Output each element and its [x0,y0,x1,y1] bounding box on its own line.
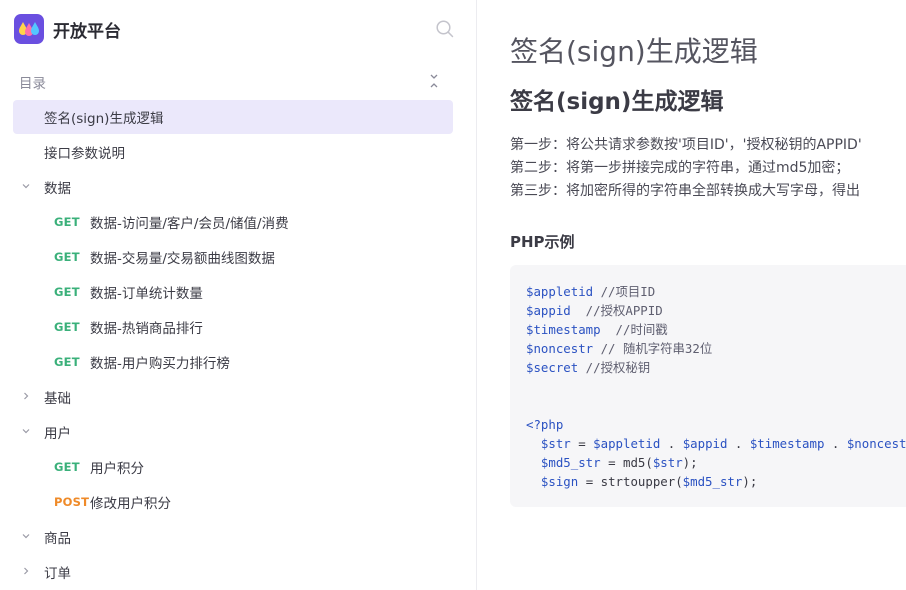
sidebar-item-label: 订单 [44,566,71,582]
sidebar-group-basic[interactable]: 基础 [13,380,453,414]
sidebar-group-goods[interactable]: 商品 [13,520,453,554]
doc-content: 签名(sign)生成逻辑 签名(sign)生成逻辑 第一步：将公共请求参数按'项… [478,0,906,590]
chevron-down-icon [22,184,30,189]
brand-logo-icon [14,14,44,44]
sidebar-item-label: 修改用户积分 [90,496,171,512]
collapse-icon[interactable] [427,73,441,89]
code-token: = [570,436,594,451]
sidebar-item-label: 用户 [44,426,71,442]
code-token: $md5_str [682,474,743,489]
code-block[interactable]: $appletid //项目ID $appid //授权APPID $times… [510,265,906,507]
chevron-down-icon [22,429,30,434]
code-comment: //时间戳 [600,322,668,337]
code-token: . [727,436,750,451]
code-token: $appid [682,436,728,451]
sidebar-item-api[interactable]: POST 修改用户积分 [13,485,453,519]
code-token: $md5_str [540,455,601,470]
sidebar-item-label: 数据-热销商品排行 [90,321,203,337]
sidebar-item-label: 数据-交易量/交易额曲线图数据 [90,251,275,267]
chevron-right-icon [24,392,29,400]
sidebar-item-label: 用户积分 [90,461,144,477]
toc-label: 目录 [19,76,46,92]
doc-heading-part: 生成逻辑 [631,89,724,115]
method-badge: POST [54,495,90,509]
code-token: $str [540,436,571,451]
method-badge: GET [54,320,80,334]
chevron-right-icon [24,567,29,575]
sidebar-item-api[interactable]: GET 数据-访问量/客户/会员/储值/消费 [13,205,453,239]
code-token: $noncestr [526,341,594,356]
chevron-down-icon [22,534,30,539]
method-badge: GET [54,460,80,474]
doc-heading: 签名(sign)生成逻辑 [510,82,723,116]
php-example-heading: PHP示例 [510,233,575,251]
method-badge: GET [54,215,80,229]
code-token: = strtoupper( [578,474,683,489]
code-token: . [824,436,847,451]
code-comment: // 随机字符串32位 [593,341,713,356]
code-token: $appid [526,303,571,318]
sidebar-item-label: 商品 [44,531,71,547]
toc-header: 目录 [0,66,477,96]
sidebar-item-label: 数据-订单统计数量 [90,286,203,302]
sidebar-item-label: 接口参数说明 [44,146,125,162]
sidebar-item-label: 签名(sign)生成逻辑 [44,111,164,127]
step-line: 第二步：将第一步拼接完成的字符串，通过md5加密； [510,160,850,176]
sidebar-item-label: 数据-访问量/客户/会员/储值/消费 [90,216,289,232]
code-token: $sign [540,474,579,489]
sidebar-item-api[interactable]: GET 数据-订单统计数量 [13,275,453,309]
search-icon[interactable] [435,19,455,39]
sidebar: 开放平台 目录 签名(sign)生成逻辑 接口参数说明 数据 GET 数据-访问… [0,0,477,590]
code-text: $appletid //项目ID $appid //授权APPID $times… [526,282,906,491]
method-badge: GET [54,285,80,299]
code-token: $timestamp [749,436,825,451]
sidebar-item-api[interactable]: GET 用户积分 [13,450,453,484]
code-comment: //授权APPID [570,303,663,318]
code-token: $secret [526,360,579,375]
doc-heading-part: 签名 [510,89,556,115]
step-line: 第三步：将加密所得的字符串全部转换成大写字母，得出 [510,183,860,199]
code-token: = md5( [600,455,653,470]
code-token: ); [682,455,698,470]
sidebar-item-api[interactable]: GET 数据-交易量/交易额曲线图数据 [13,240,453,274]
sidebar-item-sign-logic[interactable]: 签名(sign)生成逻辑 [13,100,453,134]
code-token: ); [742,474,758,489]
method-badge: GET [54,355,80,369]
sidebar-item-label: 基础 [44,391,71,407]
brand-name: 开放平台 [53,21,121,42]
code-token: . [660,436,683,451]
sidebar-item-api[interactable]: GET 数据-用户购买力排行榜 [13,345,453,379]
code-token: $appletid [593,436,661,451]
method-badge: GET [54,250,80,264]
sidebar-item-label: 数据-用户购买力排行榜 [90,356,230,372]
sidebar-item-api[interactable]: GET 数据-热销商品排行 [13,310,453,344]
code-token: $noncest [846,436,906,451]
doc-heading-part: (sign) [556,89,632,115]
step-line: 第一步：将公共请求参数按'项目ID'，'授权秘钥的APPID' [510,137,862,153]
steps-text: 第一步：将公共请求参数按'项目ID'，'授权秘钥的APPID' 第二步：将第一步… [510,134,862,203]
code-comment: //项目ID [593,284,656,299]
page-title: 签名(sign)生成逻辑 [510,35,758,68]
sidebar-item-label: 数据 [44,181,71,197]
brand[interactable]: 开放平台 [14,14,121,44]
code-comment: //授权秘钥 [578,360,651,375]
sidebar-group-order[interactable]: 订单 [13,555,453,589]
sidebar-item-params[interactable]: 接口参数说明 [13,135,453,169]
sidebar-group-user[interactable]: 用户 [13,415,453,449]
code-token: <?php [526,417,564,432]
code-token: $timestamp [526,322,601,337]
code-token: $appletid [526,284,594,299]
code-token: $str [652,455,683,470]
sidebar-group-data[interactable]: 数据 [13,170,453,204]
